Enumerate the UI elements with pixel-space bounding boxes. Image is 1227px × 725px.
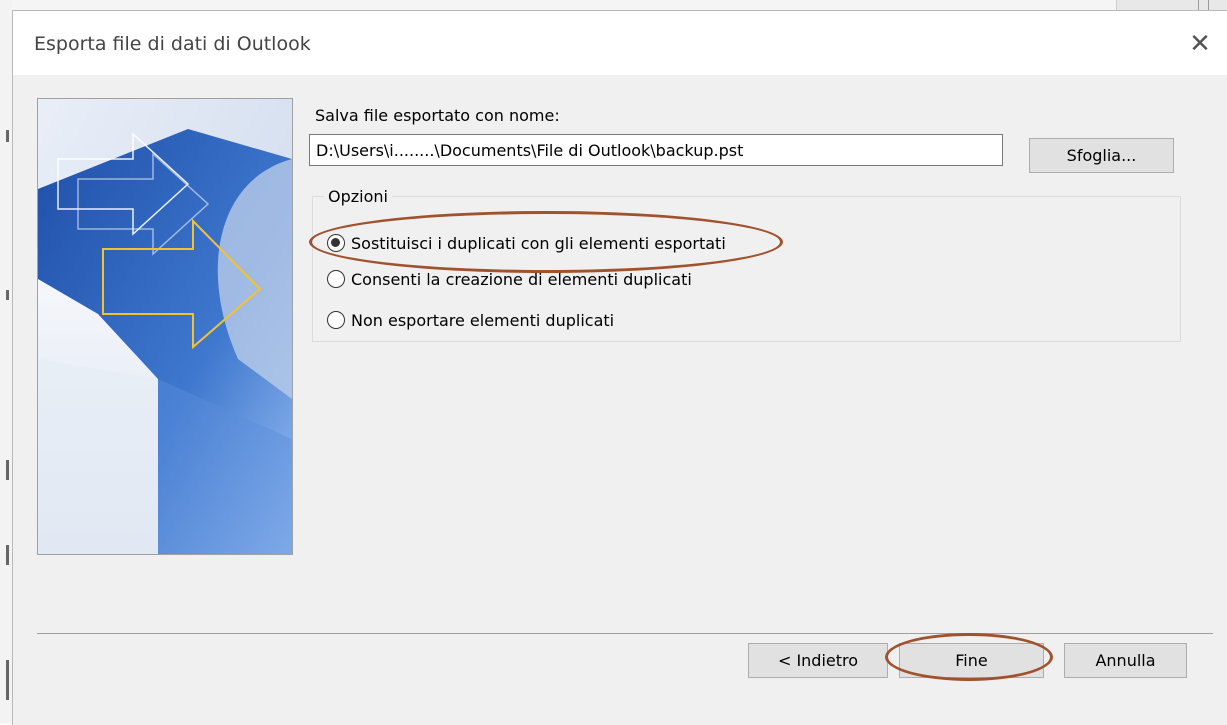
option-label: Consenti la creazione di elementi duplic… — [351, 269, 692, 289]
wizard-banner-image — [37, 98, 293, 555]
background-window-edge — [0, 0, 12, 724]
browse-button[interactable]: Sfoglia... — [1029, 138, 1174, 173]
dialog-titlebar: Esporta file di dati di Outlook ✕ — [13, 11, 1227, 75]
close-icon[interactable]: ✕ — [1185, 29, 1215, 59]
option-allow-duplicates[interactable]: Consenti la creazione di elementi duplic… — [327, 266, 692, 292]
save-as-label: Salva file esportato con nome: — [315, 106, 560, 125]
background-text-fragment — [6, 130, 9, 142]
option-label: Non esportare elementi duplicati — [351, 310, 615, 330]
banner-graphic — [38, 99, 292, 554]
background-text-fragment — [6, 460, 9, 480]
option-label: Sostituisci i duplicati con gli elementi… — [351, 233, 726, 253]
background-text-fragment — [6, 660, 9, 700]
options-legend: Opzioni — [324, 187, 392, 206]
back-button[interactable]: < Indietro — [748, 643, 888, 678]
export-dialog: Esporta file di dati di Outlook ✕ Salva … — [12, 10, 1227, 725]
radio-button-checked[interactable] — [327, 234, 345, 252]
finish-button[interactable]: Fine — [899, 643, 1044, 678]
radio-button[interactable] — [327, 311, 345, 329]
option-no-duplicates[interactable]: Non esportare elementi duplicati — [327, 307, 614, 333]
radio-button[interactable] — [327, 270, 345, 288]
cancel-button[interactable]: Annulla — [1064, 643, 1187, 678]
footer-separator — [37, 633, 1213, 634]
option-replace-duplicates[interactable]: Sostituisci i duplicati con gli elementi… — [327, 230, 726, 256]
dialog-title: Esporta file di dati di Outlook — [34, 33, 311, 55]
background-text-fragment — [6, 545, 9, 565]
background-text-fragment — [6, 290, 9, 300]
export-path-input[interactable] — [309, 134, 1003, 166]
background-window-top — [0, 0, 1227, 10]
